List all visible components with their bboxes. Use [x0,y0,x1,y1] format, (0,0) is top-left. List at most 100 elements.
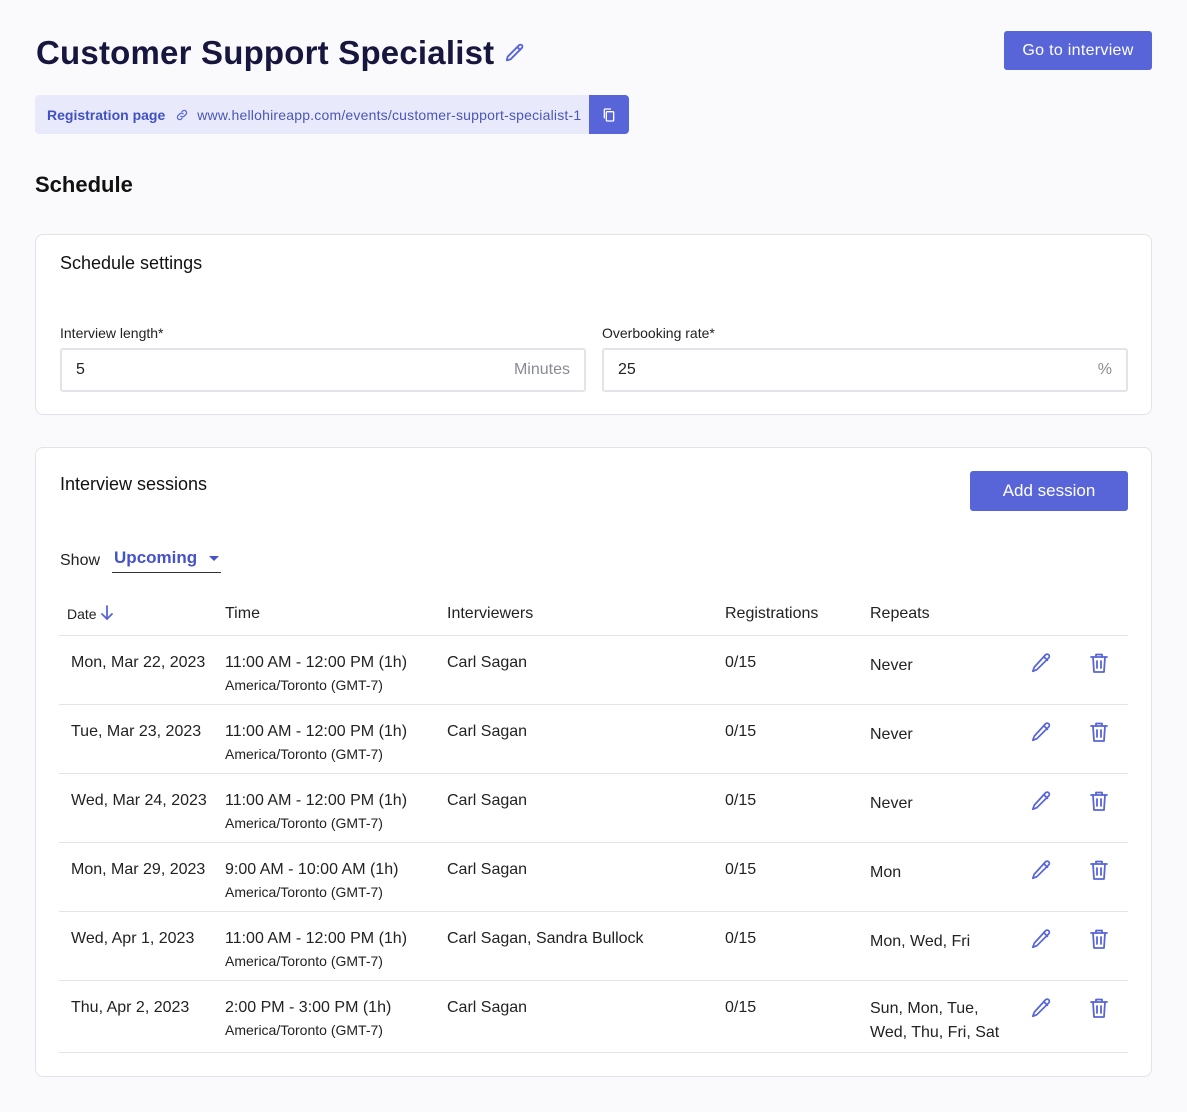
show-label: Show [60,551,101,569]
sessions-table: Date Time Interviewers Registrations Rep… [59,593,1128,1053]
session-date: Thu, Apr 2, 2023 [59,980,225,1053]
column-header-date[interactable]: Date [59,593,225,636]
registration-url-link[interactable]: www.hellohireapp.com/events/customer-sup… [197,107,581,123]
session-time: 11:00 AM - 12:00 PM (1h) [225,722,408,740]
page: Customer Support Specialist Go to interv… [0,0,1187,1112]
pencil-icon[interactable] [504,42,526,64]
session-timezone: America/Toronto (GMT-7) [225,676,383,693]
session-timezone: America/Toronto (GMT-7) [225,814,383,831]
interview-length-unit: Minutes [513,361,570,378]
delete-session-trash-icon[interactable] [1089,790,1109,812]
session-time-cell: 11:00 AM - 12:00 PM (1h) America/Toronto … [225,911,447,981]
copy-icon [601,107,617,123]
session-time: 9:00 AM - 10:00 AM (1h) [225,860,399,878]
session-time: 11:00 AM - 12:00 PM (1h) [225,791,408,809]
edit-session-pencil-icon[interactable] [1030,721,1052,743]
session-interviewers: Carl Sagan [447,635,725,705]
interview-length-label: Interview length* [60,325,164,341]
session-repeats-line: Wed, Thu, Fri, Sat [870,1023,1000,1041]
column-date-label: Date [67,606,97,623]
session-timezone: America/Toronto (GMT-7) [225,1021,383,1038]
registration-link-box: Registration page www.hellohireapp.com/e… [35,95,590,134]
edit-session-pencil-icon[interactable] [1030,928,1052,950]
copy-url-button[interactable] [589,95,630,134]
delete-session-trash-icon[interactable] [1089,652,1109,674]
edit-session-pencil-icon[interactable] [1030,997,1052,1019]
table-row: Tue, Mar 23, 2023 11:00 AM - 12:00 PM (1… [59,704,1128,774]
delete-session-trash-icon[interactable] [1089,859,1109,881]
session-registrations: 0/15 [725,980,870,1053]
session-registrations: 0/15 [725,773,870,843]
overbooking-rate-label: Overbooking rate* [602,325,715,341]
session-interviewers: Carl Sagan [447,773,725,843]
overbooking-rate-field[interactable]: 25 % [602,348,1128,392]
session-time-cell: 11:00 AM - 12:00 PM (1h) America/Toronto … [225,635,447,705]
edit-session-pencil-icon[interactable] [1030,652,1052,674]
session-repeats: Sun, Mon, Tue, Wed, Thu, Fri, Sat [870,980,1020,1053]
table-row: Thu, Apr 2, 2023 2:00 PM - 3:00 PM (1h) A… [59,980,1128,1053]
show-filter-value: Upcoming [114,548,198,567]
registration-bar: Registration page www.hellohireapp.com/e… [35,95,630,134]
schedule-settings-card: Schedule settings Interview length* 5 Mi… [35,234,1152,415]
session-date: Mon, Mar 22, 2023 [59,635,225,705]
session-actions [1020,704,1128,774]
session-registrations: 0/15 [725,704,870,774]
session-date: Wed, Mar 24, 2023 [59,773,225,843]
delete-session-trash-icon[interactable] [1089,928,1109,950]
session-actions [1020,842,1128,912]
session-date: Tue, Mar 23, 2023 [59,704,225,774]
column-header-repeats: Repeats [870,593,1020,636]
table-row: Wed, Mar 24, 2023 11:00 AM - 12:00 PM (1… [59,773,1128,843]
session-registrations: 0/15 [725,842,870,912]
go-to-interview-button[interactable]: Go to interview [1004,31,1152,70]
column-header-registrations: Registrations [725,593,870,636]
schedule-heading: Schedule [35,172,133,197]
edit-session-pencil-icon[interactable] [1030,859,1052,881]
session-interviewers: Carl Sagan [447,842,725,912]
session-timezone: America/Toronto (GMT-7) [225,952,383,969]
interview-length-value: 5 [76,361,85,378]
table-row: Wed, Apr 1, 2023 11:00 AM - 12:00 PM (1h… [59,911,1128,981]
session-time-cell: 11:00 AM - 12:00 PM (1h) America/Toronto … [225,704,447,774]
session-time-cell: 11:00 AM - 12:00 PM (1h) America/Toronto … [225,773,447,843]
column-header-interviewers: Interviewers [447,593,725,636]
link-icon [175,108,189,122]
session-date: Wed, Apr 1, 2023 [59,911,225,981]
session-time: 2:00 PM - 3:00 PM (1h) [225,998,392,1016]
delete-session-trash-icon[interactable] [1089,721,1109,743]
interview-sessions-card: Interview sessions Add session Show Upco… [35,447,1152,1077]
session-actions [1020,980,1128,1053]
session-timezone: America/Toronto (GMT-7) [225,883,383,900]
sort-arrow-down-icon[interactable] [100,605,114,621]
session-repeats: Mon [870,842,1020,912]
overbooking-rate-unit: % [1097,361,1112,378]
add-session-button[interactable]: Add session [970,471,1128,511]
interview-length-field[interactable]: 5 Minutes [60,348,586,392]
show-filter-dropdown[interactable]: Upcoming [112,548,222,573]
edit-session-pencil-icon[interactable] [1030,790,1052,812]
table-row: Mon, Mar 22, 2023 11:00 AM - 12:00 PM (1… [59,635,1128,705]
session-registrations: 0/15 [725,911,870,981]
session-date: Mon, Mar 29, 2023 [59,842,225,912]
show-filter: Show Upcoming [60,548,222,573]
session-repeats: Never [870,635,1020,705]
session-interviewers: Carl Sagan, Sandra Bullock [447,911,725,981]
overbooking-rate-value: 25 [618,361,636,378]
interview-sessions-title: Interview sessions [60,474,208,494]
column-header-time: Time [225,593,447,636]
registration-label: Registration page [47,106,166,123]
page-title: Customer Support Specialist [36,34,495,71]
session-repeats-line: Sun, Mon, Tue, [870,999,979,1017]
column-header-actions [1020,593,1128,636]
session-actions [1020,911,1128,981]
title-row: Customer Support Specialist [36,34,526,72]
session-time-cell: 2:00 PM - 3:00 PM (1h) America/Toronto (G… [225,980,447,1053]
session-time-cell: 9:00 AM - 10:00 AM (1h) America/Toronto (… [225,842,447,912]
session-interviewers: Carl Sagan [447,980,725,1053]
session-repeats: Never [870,704,1020,774]
delete-session-trash-icon[interactable] [1089,997,1109,1019]
schedule-settings-title: Schedule settings [60,253,203,273]
session-repeats: Never [870,773,1020,843]
table-row: Mon, Mar 29, 2023 9:00 AM - 10:00 AM (1h… [59,842,1128,912]
session-time: 11:00 AM - 12:00 PM (1h) [225,929,408,947]
